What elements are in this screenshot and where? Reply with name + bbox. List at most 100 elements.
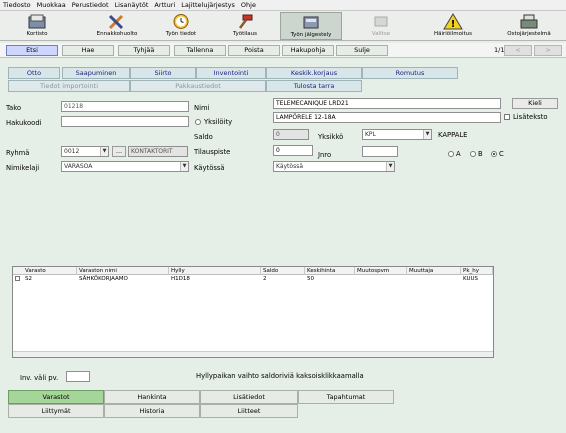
tyhjaa-button[interactable]: Tyhjää — [118, 45, 170, 56]
table-cell — [407, 275, 461, 283]
nimikelaji-select[interactable]: VARASOA ▼ — [61, 161, 189, 172]
saapuminen-button[interactable]: Saapuminen — [62, 67, 130, 79]
toolbar-valitse-button: Valitse — [350, 12, 412, 40]
nimi-field[interactable]: TELEMECANIQUE LRD21 — [273, 98, 501, 109]
card-index-icon — [28, 14, 46, 29]
toolbar-ostojarjestelma-button[interactable]: Ostojärjestelmä — [498, 12, 560, 40]
cash-register-icon — [520, 14, 538, 29]
romutus-button[interactable]: Romutus — [362, 67, 458, 79]
column-header[interactable]: Saldo — [261, 267, 305, 275]
poista-button[interactable]: Poista — [228, 45, 280, 56]
kaytossa-select[interactable]: Käytössä ▼ — [273, 161, 395, 172]
tab-liittymat[interactable]: Liittymät — [8, 404, 104, 418]
jnro-field[interactable] — [362, 146, 398, 157]
menu-perustiedot[interactable]: Perustiedot — [69, 0, 112, 10]
tab-historia[interactable]: Historia — [104, 404, 200, 418]
saldo-label: Saldo — [194, 133, 213, 141]
table-cell: 50 — [307, 276, 314, 282]
ryhma-value: 0012 — [64, 148, 80, 155]
yksikko-text: KAPPALE — [438, 131, 468, 139]
next-page-button[interactable]: > — [534, 45, 562, 56]
column-header[interactable]: Pk_hy — [461, 267, 493, 275]
tab-liitteet[interactable]: Liitteet — [200, 404, 298, 418]
warehouse-table: Varasto Varaston nimi Hylly Saldo Keskih… — [12, 266, 494, 358]
tako-field[interactable]: 01218 — [61, 101, 189, 112]
inv-field[interactable] — [66, 371, 90, 382]
svg-text:!: ! — [451, 19, 456, 30]
otto-button[interactable]: Otto — [8, 67, 60, 79]
toolbar-tyon-tiedot-button[interactable]: Työn tiedot — [150, 12, 212, 40]
abc-label-b: B — [478, 150, 483, 158]
abc-radio-a[interactable] — [448, 151, 454, 157]
archive-icon — [303, 16, 319, 29]
horizontal-scrollbar[interactable] — [13, 351, 493, 357]
menu-tiedosto[interactable]: Tiedosto — [0, 0, 34, 10]
column-header[interactable]: Hylly — [169, 267, 261, 275]
hae-button[interactable]: Hae — [62, 45, 114, 56]
saldo-field: 0 — [273, 129, 309, 140]
toolbar-tyotilaus-button[interactable]: Työtilaus — [214, 12, 276, 40]
yksiloity-radio[interactable] — [195, 119, 201, 125]
table-cell: S2 — [25, 276, 32, 282]
inv-label: Inv. väli pv. — [20, 374, 59, 382]
nimikelaji-label: Nimikelaji — [6, 164, 40, 172]
table-cell: 2 — [263, 276, 267, 282]
tab-varastot[interactable]: Varastot — [8, 390, 104, 404]
nimi2-field[interactable]: LAMPÖRELE 12-18A — [273, 112, 501, 123]
tab-tapahtumat[interactable]: Tapahtumat — [298, 390, 394, 404]
shelf-hint-text: Hyllypaikan vaihto saldoriviä kaksoiskli… — [196, 372, 364, 380]
abc-radio-b[interactable] — [470, 151, 476, 157]
action-bar: Etsi Hae Tyhjää Tallenna Poista Hakupohj… — [0, 43, 566, 58]
table-row[interactable]: S2 SÄHKÖKORJAAMO H1D18 2 50 KUUS — [13, 275, 493, 283]
nimikelaji-value: VARASOA — [64, 163, 93, 170]
column-header[interactable]: Varaston nimi — [77, 267, 169, 275]
kaytossa-label: Käytössä — [194, 164, 225, 172]
sulje-button[interactable]: Sulje — [336, 45, 388, 56]
tab-hankinta[interactable]: Hankinta — [104, 390, 200, 404]
abc-label-c: C — [499, 150, 504, 158]
column-header[interactable]: Varasto — [23, 267, 77, 275]
toolbar-kortisto-button[interactable]: Kortisto — [6, 12, 68, 40]
siirto-button[interactable]: Siirto — [130, 67, 196, 79]
menu-lisanaytot[interactable]: Lisanäytöt — [112, 0, 152, 10]
column-header[interactable]: Keskihinta — [305, 267, 355, 275]
chevron-down-icon: ▼ — [180, 162, 188, 171]
hakukoodi-field[interactable] — [61, 116, 189, 127]
tools-icon — [108, 14, 124, 30]
yksiloity-label: Yksilöity — [204, 118, 233, 126]
menu-lajittelujarjestys[interactable]: Lajittelujärjestys — [178, 0, 238, 10]
abc-radio-c[interactable] — [491, 151, 497, 157]
tab-lisatiedot[interactable]: Lisätiedot — [200, 390, 298, 404]
toolbar-tyon-jalgestely-button[interactable]: Työn jälgestely — [280, 12, 342, 40]
table-cell: SÄHKÖKORJAAMO — [79, 276, 128, 282]
hakupohja-button[interactable]: Hakupohja — [282, 45, 334, 56]
menu-muokkaa[interactable]: Muokkaa — [34, 0, 69, 10]
ryhma-browse-button[interactable]: ... — [112, 146, 126, 157]
keskikorjaus-button[interactable]: Keskik.korjaus — [266, 67, 362, 79]
toolbar-ennakkohuolto-button[interactable]: Ennakkohuolto — [86, 12, 148, 40]
lisateksto-checkbox[interactable] — [504, 114, 510, 120]
page-count: 1/1 — [494, 46, 505, 54]
menu-ohje[interactable]: Ohje — [238, 0, 259, 10]
prev-page-button[interactable]: < — [504, 45, 532, 56]
jnro-label: Jnro — [318, 151, 332, 159]
ryhma-label: Ryhmä — [6, 149, 30, 157]
inventointi-button[interactable]: Inventointi — [196, 67, 266, 79]
disabled-icon — [374, 16, 388, 27]
abc-label-a: A — [456, 150, 461, 158]
tulosta-tarra-button[interactable]: Tulosta tarra — [266, 80, 362, 92]
kieli-button[interactable]: Kieli — [512, 98, 558, 109]
ryhma-select[interactable]: 0012 ▼ — [61, 146, 109, 157]
table-cell: H1D18 — [171, 276, 190, 282]
menu-artturi[interactable]: Artturi — [151, 0, 178, 10]
yksikko-select[interactable]: KPL ▼ — [362, 129, 432, 140]
column-header[interactable]: Muutospvm — [355, 267, 407, 275]
toolbar-hairioilmoitus-button[interactable]: ! Häiriöilmoitus — [422, 12, 484, 40]
row-checkbox[interactable] — [15, 276, 20, 281]
tallenna-button[interactable]: Tallenna — [174, 45, 226, 56]
toolbar: Kortisto Ennakkohuolto Työn tiedot Työti… — [0, 11, 566, 41]
yksikko-label: Yksikkö — [318, 133, 344, 141]
etsi-button[interactable]: Etsi — [6, 45, 58, 56]
column-header[interactable]: Muuttaja — [407, 267, 461, 275]
tilauspiste-field[interactable]: 0 — [273, 145, 313, 156]
